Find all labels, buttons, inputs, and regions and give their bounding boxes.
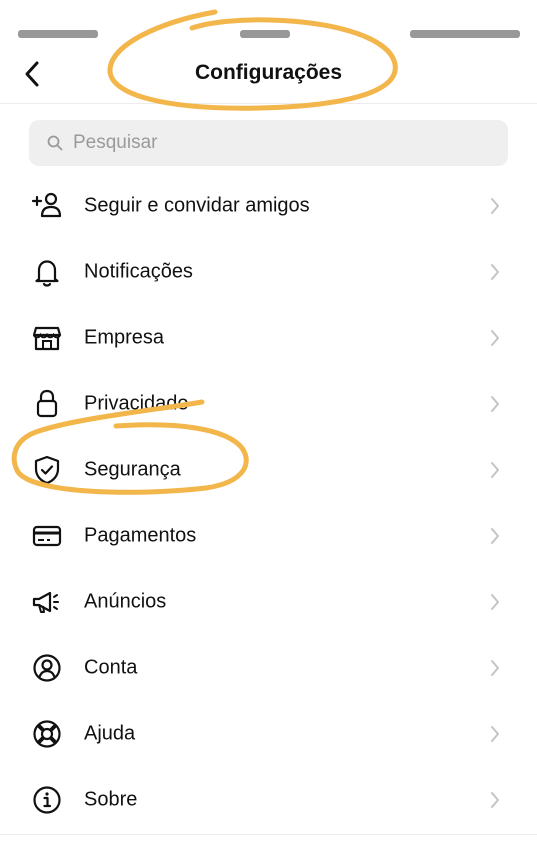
chevron-right-icon (488, 525, 502, 547)
status-bar-left (18, 30, 98, 38)
shop-icon (30, 321, 64, 355)
menu-item-account[interactable]: Conta (0, 635, 537, 701)
menu-item-label: Notificações (84, 260, 193, 283)
menu-item-payments[interactable]: Pagamentos (0, 503, 537, 569)
search-icon (45, 133, 65, 153)
chevron-right-icon (488, 327, 502, 349)
menu-item-privacy[interactable]: Privacidade (0, 371, 537, 437)
add-person-icon (30, 189, 64, 223)
search-input[interactable] (71, 131, 495, 155)
menu-item-label: Sobre (84, 788, 138, 811)
status-bar-right (410, 30, 520, 38)
menu-item-label: Pagamentos (84, 524, 197, 547)
chevron-right-icon (488, 393, 502, 415)
chevron-right-icon (488, 459, 502, 481)
menu-item-about[interactable]: Sobre (0, 767, 537, 833)
menu-item-label: Ajuda (84, 722, 136, 745)
chevron-right-icon (488, 261, 502, 283)
chevron-right-icon (488, 195, 502, 217)
menu-item-security[interactable]: Segurança (0, 437, 537, 503)
status-bar (0, 0, 537, 44)
status-bar-center (240, 30, 290, 38)
info-icon (30, 783, 64, 817)
account-circle-icon (30, 651, 64, 685)
shield-check-icon (30, 453, 64, 487)
chevron-right-icon (488, 789, 502, 811)
menu-item-label: Conta (84, 656, 138, 679)
menu-item-label: Anúncios (84, 590, 167, 613)
lifebuoy-icon (30, 717, 64, 751)
menu-item-label: Empresa (84, 326, 165, 349)
page-title: Configurações (194, 61, 343, 84)
menu-item-follow-invite[interactable]: Seguir e convidar amigos (0, 173, 537, 239)
chevron-right-icon (488, 723, 502, 745)
menu-item-help[interactable]: Ajuda (0, 701, 537, 767)
menu-item-label: Segurança (84, 458, 181, 481)
megaphone-icon (30, 585, 64, 619)
header-divider (0, 103, 537, 104)
chevron-right-icon (488, 591, 502, 613)
menu-item-business[interactable]: Empresa (0, 305, 537, 371)
header: Configurações (0, 44, 537, 104)
bell-icon (30, 255, 64, 289)
bottom-divider (0, 834, 537, 835)
search-bar[interactable] (29, 120, 508, 166)
menu-item-label: Privacidade (84, 392, 189, 415)
chevron-right-icon (488, 657, 502, 679)
credit-card-icon (30, 519, 64, 553)
menu-item-label: Seguir e convidar amigos (84, 194, 310, 217)
menu-item-notifications[interactable]: Notificações (0, 239, 537, 305)
menu-item-ads[interactable]: Anúncios (0, 569, 537, 635)
lock-icon (30, 387, 64, 421)
